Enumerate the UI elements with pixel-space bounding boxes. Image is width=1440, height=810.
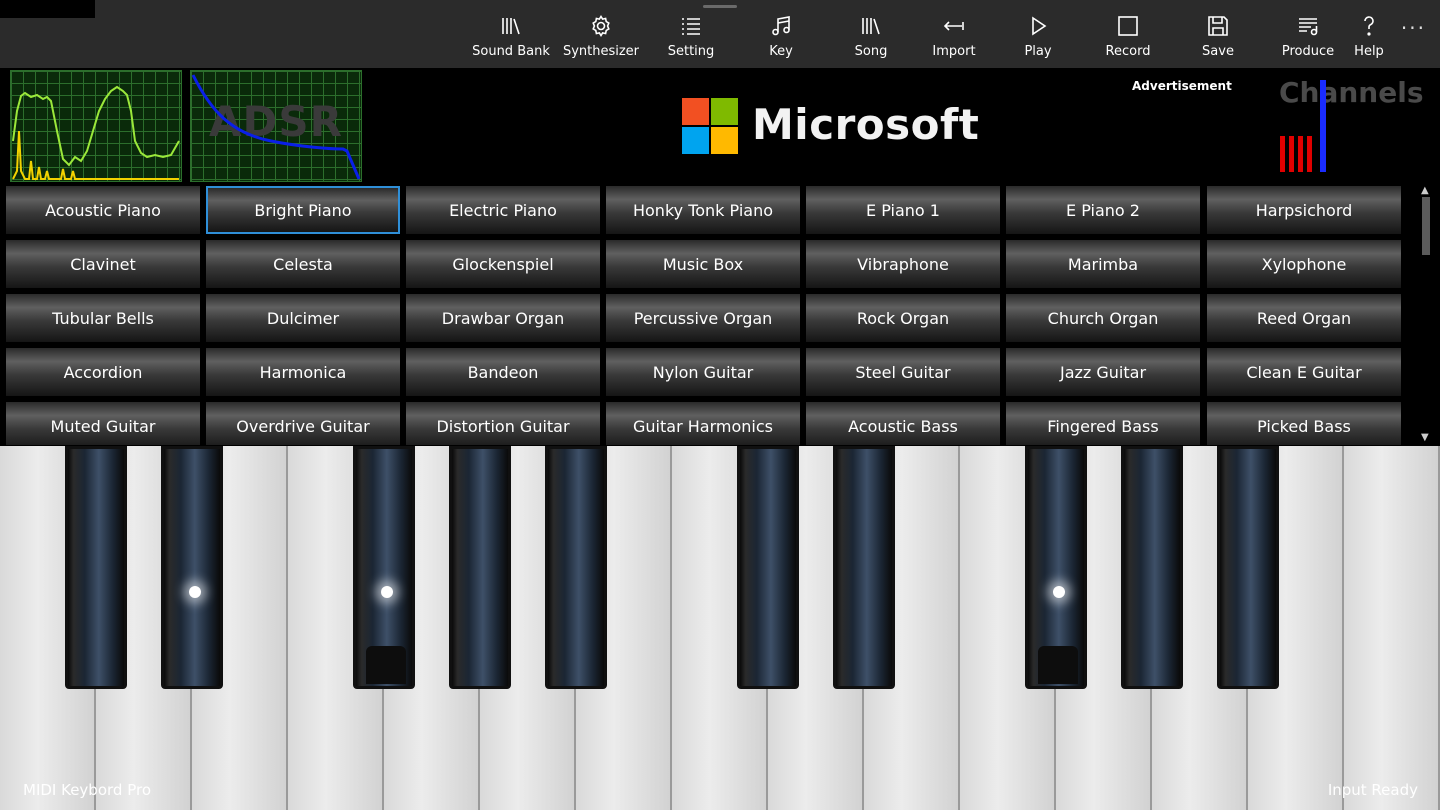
instrument-button[interactable]: Celesta: [206, 240, 400, 288]
instrument-button[interactable]: Muted Guitar: [6, 402, 200, 445]
waveform-scope: [10, 70, 182, 182]
scrollbar-thumb[interactable]: [1422, 197, 1430, 255]
question-icon: [1364, 16, 1374, 36]
top-toolbar: Sound Bank Synthesizer Setting Key Song …: [0, 0, 1440, 68]
instrument-button[interactable]: Acoustic Piano: [6, 186, 200, 234]
instrument-button[interactable]: Music Box: [606, 240, 800, 288]
piano-keyboard: [0, 446, 1440, 810]
instrument-button[interactable]: Rock Organ: [806, 294, 1000, 342]
instrument-button[interactable]: Jazz Guitar: [1006, 348, 1200, 396]
black-key[interactable]: [161, 446, 223, 689]
list-icon: [682, 18, 700, 35]
import-arrow-icon: [943, 21, 964, 31]
record-button[interactable]: Record: [1083, 12, 1173, 64]
instrument-button[interactable]: Distortion Guitar: [406, 402, 600, 445]
instrument-button[interactable]: Glockenspiel: [406, 240, 600, 288]
instrument-button[interactable]: Guitar Harmonics: [606, 402, 800, 445]
instrument-button[interactable]: Honky Tonk Piano: [606, 186, 800, 234]
setting-button[interactable]: Setting: [646, 12, 736, 64]
key-highlight: [188, 586, 201, 599]
instrument-button[interactable]: E Piano 1: [806, 186, 1000, 234]
instrument-button[interactable]: Tubular Bells: [6, 294, 200, 342]
logo-yellow-square: [711, 127, 738, 154]
library-icon: [502, 18, 520, 35]
key-pressed-shadow: [366, 646, 406, 684]
instrument-button[interactable]: Reed Organ: [1207, 294, 1401, 342]
instrument-button[interactable]: Church Organ: [1006, 294, 1200, 342]
instrument-button[interactable]: Picked Bass: [1207, 402, 1401, 445]
logo-red-square: [682, 98, 709, 125]
save-icon: [1208, 16, 1228, 36]
adsr-envelope-scope: ADSR: [190, 70, 362, 182]
black-key[interactable]: [545, 446, 607, 689]
more-options-button[interactable]: ···: [1401, 16, 1426, 40]
black-key[interactable]: [353, 446, 415, 689]
instrument-button[interactable]: Acoustic Bass: [806, 402, 1000, 445]
sound-bank-button[interactable]: Sound Bank: [466, 12, 556, 64]
instrument-button[interactable]: E Piano 2: [1006, 186, 1200, 234]
stop-square-icon: [1118, 16, 1138, 36]
instrument-grid: Acoustic Piano Bright Piano Electric Piano…: [0, 183, 1440, 445]
library-icon: [862, 18, 880, 35]
instrument-button[interactable]: Overdrive Guitar: [206, 402, 400, 445]
playlist-icon: [1299, 18, 1318, 36]
black-key[interactable]: [1121, 446, 1183, 689]
instrument-button[interactable]: Nylon Guitar: [606, 348, 800, 396]
key-pressed-shadow: [1038, 646, 1078, 684]
key-highlight: [1052, 586, 1065, 599]
advertisement-brand-text[interactable]: Microsoft: [752, 100, 979, 149]
adsr-curve: [191, 74, 361, 180]
scroll-down-arrow-icon[interactable]: ▼: [1421, 432, 1429, 443]
instrument-button[interactable]: Electric Piano: [406, 186, 600, 234]
instrument-button[interactable]: Vibraphone: [806, 240, 1000, 288]
black-key[interactable]: [833, 446, 895, 689]
waveform-graph: [12, 85, 180, 180]
key-highlight: [380, 586, 393, 599]
instrument-button[interactable]: Xylophone: [1207, 240, 1401, 288]
song-button[interactable]: Song: [826, 12, 916, 64]
black-key[interactable]: [1025, 446, 1087, 689]
gear-icon: [592, 14, 610, 38]
scroll-up-arrow-icon[interactable]: ▲: [1421, 185, 1429, 196]
instrument-button[interactable]: Steel Guitar: [806, 348, 1000, 396]
instrument-button[interactable]: Clean E Guitar: [1207, 348, 1401, 396]
instrument-button[interactable]: Percussive Organ: [606, 294, 800, 342]
instrument-button[interactable]: Bandeon: [406, 348, 600, 396]
microsoft-logo-icon[interactable]: [682, 98, 738, 154]
key-button[interactable]: Key: [736, 12, 826, 64]
input-status-label: Input Ready: [1327, 781, 1418, 799]
instrument-button[interactable]: Fingered Bass: [1006, 402, 1200, 445]
black-key[interactable]: [1217, 446, 1279, 689]
instrument-button[interactable]: Harpsichord: [1207, 186, 1401, 234]
instrument-button[interactable]: Harmonica: [206, 348, 400, 396]
channels-meter: [1280, 80, 1326, 172]
logo-green-square: [711, 98, 738, 125]
save-button[interactable]: Save: [1173, 12, 1263, 64]
instrument-button[interactable]: Accordion: [6, 348, 200, 396]
play-button[interactable]: Play: [993, 12, 1083, 64]
instrument-button[interactable]: Dulcimer: [206, 294, 400, 342]
synthesizer-button[interactable]: Synthesizer: [556, 12, 646, 64]
black-key[interactable]: [65, 446, 127, 689]
logo-blue-square: [682, 127, 709, 154]
window-corner: [0, 0, 95, 18]
instrument-button[interactable]: Marimba: [1006, 240, 1200, 288]
advertisement-label: Advertisement: [1132, 79, 1232, 93]
white-key[interactable]: [1344, 446, 1440, 810]
import-button[interactable]: Import: [909, 12, 999, 64]
black-key[interactable]: [449, 446, 511, 689]
play-icon: [1032, 16, 1047, 36]
instrument-button[interactable]: Clavinet: [6, 240, 200, 288]
music-note-icon: [772, 16, 790, 36]
drag-handle[interactable]: [703, 5, 737, 8]
black-key[interactable]: [737, 446, 799, 689]
app-name-label: MIDI Keybord Pro: [23, 781, 151, 799]
instrument-button[interactable]: Drawbar Organ: [406, 294, 600, 342]
instrument-button[interactable]: Bright Piano: [206, 186, 400, 234]
